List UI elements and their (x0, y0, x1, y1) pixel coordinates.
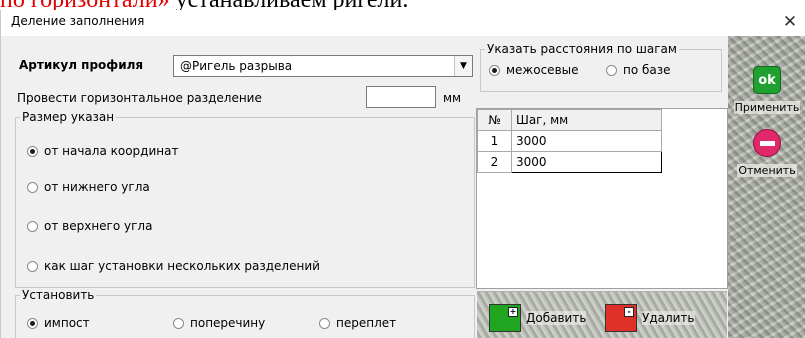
title-bar: Деление заполнения ✕ (1, 10, 805, 36)
radio-dot (27, 260, 38, 272)
cancel-icon (753, 129, 781, 157)
radio-as-step[interactable]: как шаг установки нескольких разделений (27, 259, 320, 273)
add-button-label: Добавить (526, 311, 587, 325)
radio-axial[interactable]: межосевые (489, 63, 579, 77)
radio-label: по базе (623, 63, 671, 77)
radio-dot (606, 64, 617, 76)
step-cell[interactable]: 3000 (511, 130, 662, 152)
horizontal-division-label: Провести горизонтальное разделение (17, 91, 262, 105)
radio-dot (27, 317, 38, 329)
radio-crossbar[interactable]: поперечину (173, 316, 265, 330)
table-actions-bar: + Добавить - Удалить (477, 291, 727, 338)
profile-select-value: @Ригель разрыва (180, 59, 293, 73)
add-button[interactable]: + Добавить (489, 304, 587, 332)
radio-from-bottom-corner[interactable]: от нижнего угла (27, 180, 150, 194)
row-number-cell: 2 (477, 151, 512, 173)
add-icon: + (489, 304, 521, 332)
install-group: Установить (15, 288, 475, 338)
profile-label: Артикул профиля (19, 58, 144, 72)
horizontal-division-input[interactable] (366, 86, 436, 108)
horizontal-unit-label: мм (443, 91, 462, 105)
window-title: Деление заполнения (11, 14, 145, 28)
apply-button-label: Применить (733, 101, 801, 114)
radio-label: межосевые (506, 63, 579, 77)
table-header-row: № Шаг, мм (477, 109, 662, 131)
install-group-legend: Установить (22, 288, 95, 302)
radio-label: поперечину (190, 316, 266, 330)
radio-label: переплет (336, 316, 397, 330)
table-row[interactable]: 2 3000 (477, 151, 662, 173)
chevron-down-icon[interactable]: ▼ (454, 56, 472, 76)
step-mode-legend: Указать расстояния по шагам (487, 42, 677, 56)
ok-icon: ok (753, 66, 781, 94)
delete-icon: - (605, 304, 637, 332)
cancel-button-label: Отменить (737, 164, 797, 177)
close-icon[interactable]: ✕ (780, 11, 800, 33)
step-cell-editing[interactable]: 3000 (511, 151, 662, 173)
radio-impost[interactable]: импост (27, 316, 90, 330)
radio-dot (27, 145, 38, 157)
size-group-legend: Размер указан (22, 110, 115, 124)
apply-button[interactable]: ok Применить (728, 66, 805, 115)
radio-label: от верхнего угла (44, 219, 153, 233)
delete-button[interactable]: - Удалить (605, 304, 695, 332)
action-sidebar: ok Применить Отменить (728, 36, 805, 338)
row-number-cell: 1 (477, 130, 512, 152)
radio-dot (489, 64, 500, 76)
radio-by-base[interactable]: по базе (606, 63, 671, 77)
radio-label: от начала координат (44, 144, 179, 158)
profile-select[interactable]: @Ригель разрыва ▼ (173, 55, 473, 77)
radio-dot (319, 317, 330, 329)
radio-label: от нижнего угла (44, 180, 150, 194)
radio-from-origin[interactable]: от начала координат (27, 144, 178, 158)
radio-sash[interactable]: переплет (319, 316, 396, 330)
delete-button-label: Удалить (642, 311, 695, 325)
column-header-number: № (477, 109, 512, 131)
radio-label: как шаг установки нескольких разделений (44, 259, 320, 273)
division-dialog: Деление заполнения ✕ Артикул профиля @Ри… (0, 10, 805, 338)
table-row[interactable]: 1 3000 (477, 130, 662, 152)
radio-label: импост (44, 316, 90, 330)
radio-dot (173, 317, 184, 329)
radio-from-top-corner[interactable]: от верхнего угла (27, 219, 152, 233)
column-header-step: Шаг, мм (511, 109, 662, 131)
cancel-button[interactable]: Отменить (728, 129, 805, 178)
steps-table: № Шаг, мм 1 3000 2 3000 (476, 108, 728, 289)
radio-dot (27, 181, 38, 193)
radio-dot (27, 220, 38, 232)
